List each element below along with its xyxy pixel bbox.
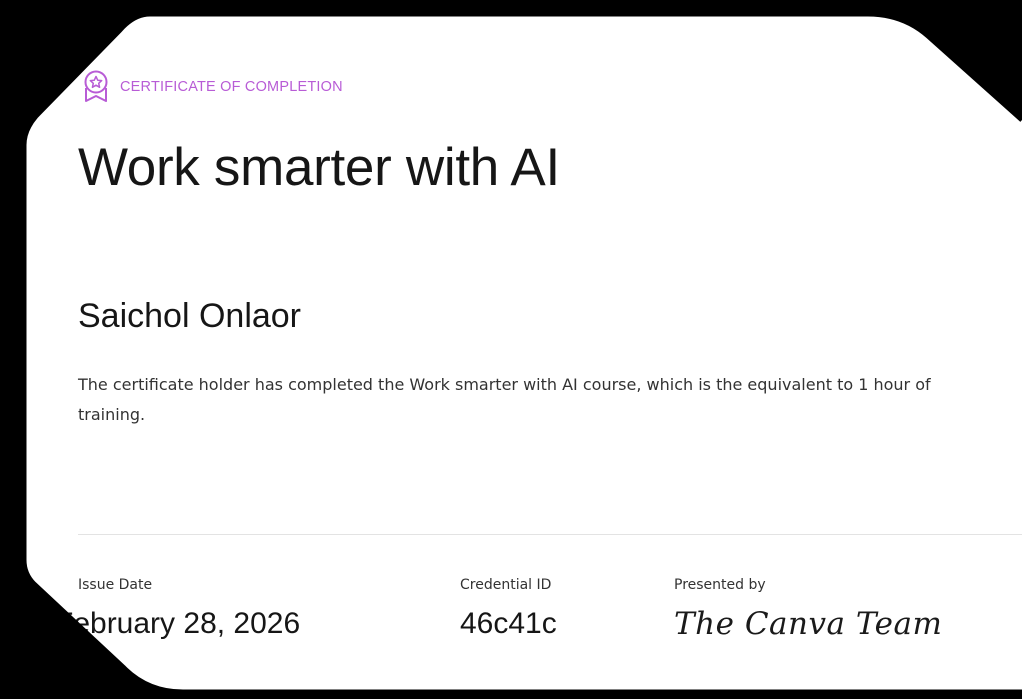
screenshot-stage: CERTIFICATE OF COMPLETION Work smarter w… xyxy=(0,0,1022,699)
octagon-frame xyxy=(0,0,1022,699)
